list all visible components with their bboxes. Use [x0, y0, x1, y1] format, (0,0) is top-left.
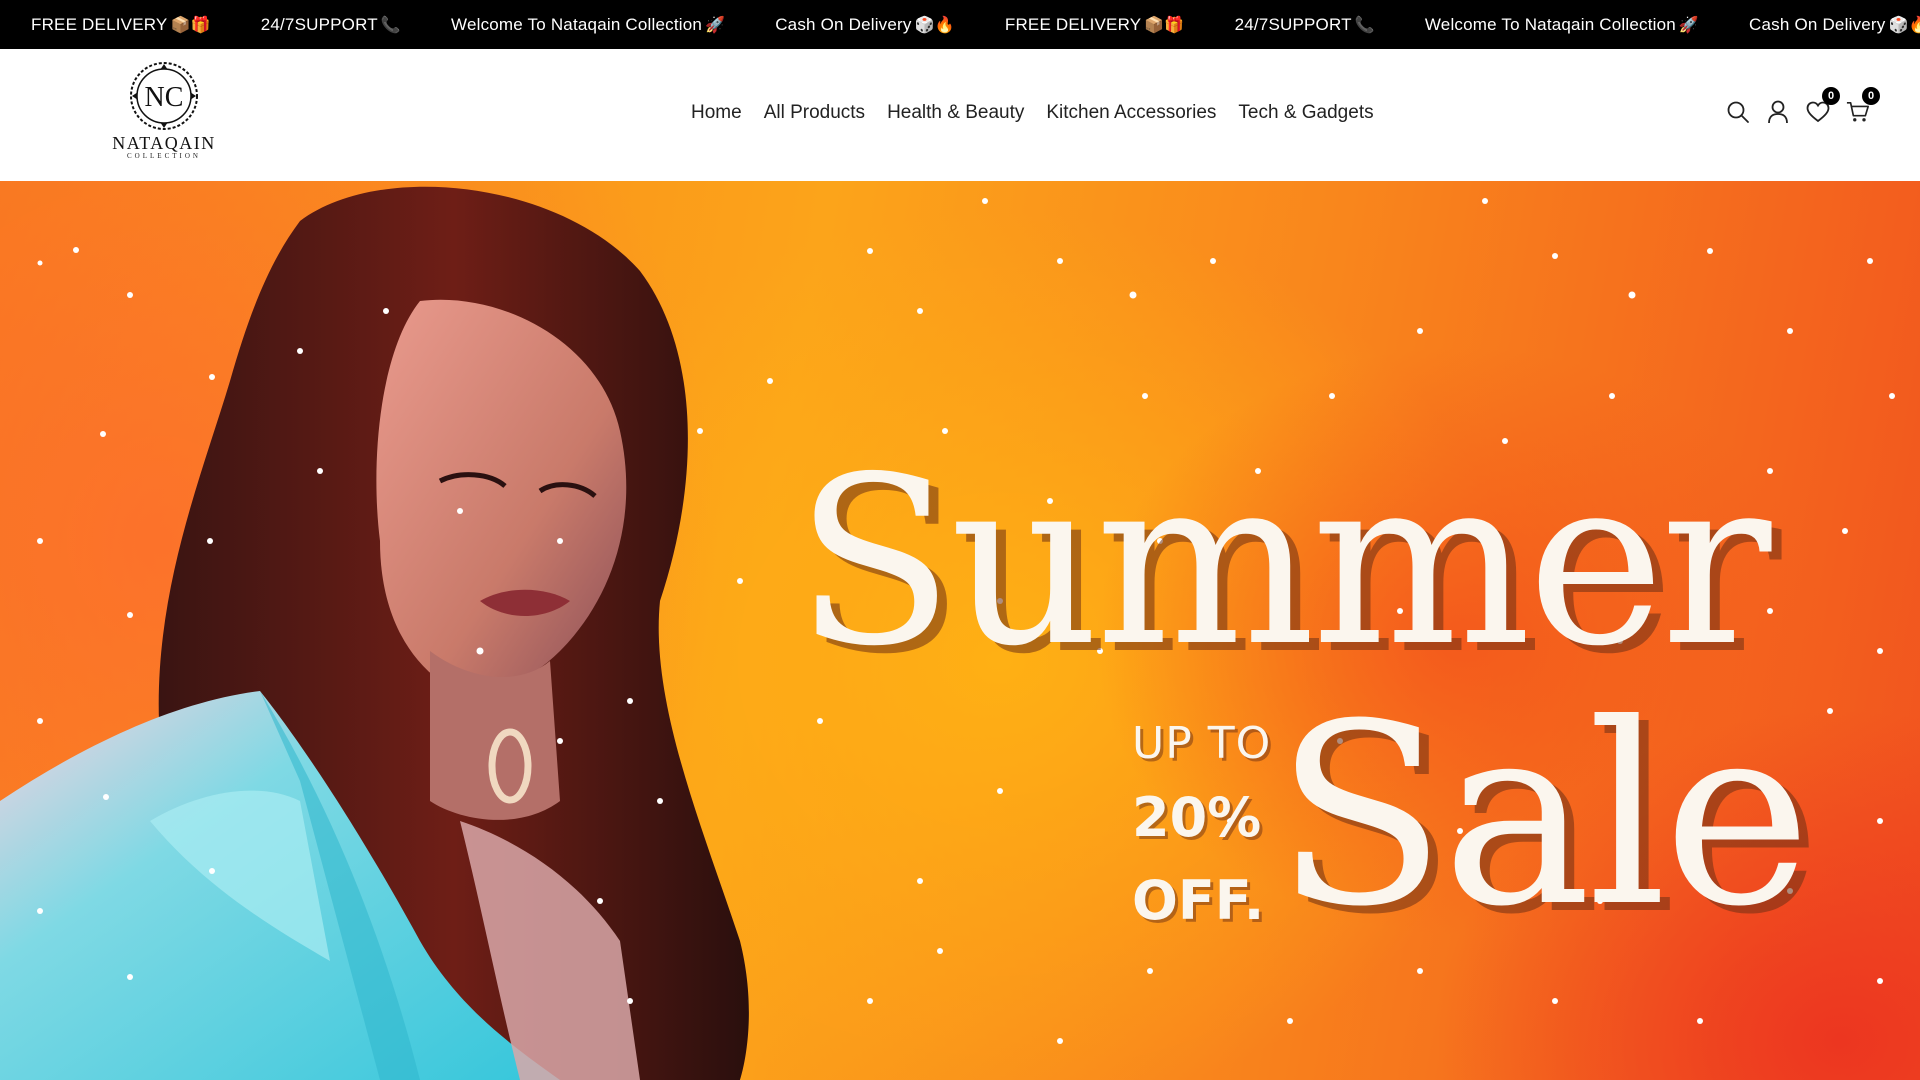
announcement-text: FREE DELIVERY	[31, 14, 168, 34]
nav-health-beauty[interactable]: Health & Beauty	[887, 101, 1024, 125]
logo-brand-name: NATAQAIN	[112, 133, 216, 153]
hero-headline-summer: Summer	[795, 427, 1772, 697]
announcement-text: Welcome To Nataqain Collection	[1424, 14, 1676, 34]
nav-home[interactable]: Home	[691, 101, 742, 125]
logo-subtitle: COLLECTION	[127, 152, 201, 160]
announcement-emoji: 🎲🔥	[1888, 15, 1920, 34]
announcement-item: 24/7SUPPORT 📞	[230, 15, 420, 35]
announcement-emoji: 📦🎁	[1144, 15, 1185, 34]
announcement-emoji: 📞	[380, 15, 401, 34]
hero-headline-sale: Sale	[1275, 670, 1811, 961]
announcement-bar: FREE DELIVERY 📦🎁 24/7SUPPORT 📞 Welcome To Na…	[0, 0, 1920, 49]
announcement-emoji: 📞	[1354, 15, 1375, 34]
account-button[interactable]	[1766, 99, 1790, 125]
site-logo[interactable]: NC NATAQAIN COLLECTION	[106, 60, 222, 170]
announcement-item: Welcome To Nataqain Collection 🚀	[1394, 15, 1718, 35]
model-image	[0, 181, 800, 1080]
header-actions: 0 0	[1726, 87, 1880, 125]
hero-banner[interactable]: Summer UP TO 20% OFF. Sale	[0, 181, 1920, 1080]
announcement-item: Cash On Delivery 🎲🔥	[744, 15, 974, 35]
nav-tech-gadgets[interactable]: Tech & Gadgets	[1238, 101, 1373, 125]
announcement-item: Welcome To Nataqain Collection 🚀	[420, 15, 744, 35]
promo-off: OFF.	[1132, 869, 1265, 932]
wishlist-count-badge: 0	[1822, 87, 1840, 105]
cart-count-badge: 0	[1862, 87, 1880, 105]
nav-all-products[interactable]: All Products	[764, 101, 865, 125]
logo-monogram: NC	[145, 82, 184, 113]
cart-button[interactable]: 0	[1846, 87, 1880, 125]
announcement-text: Cash On Delivery	[1749, 14, 1886, 34]
announcement-item: FREE DELIVERY 📦🎁	[974, 15, 1204, 35]
announcement-text: 24/7SUPPORT	[260, 14, 378, 34]
announcement-emoji: 📦🎁	[170, 15, 211, 34]
search-icon	[1727, 101, 1749, 123]
announcement-item: Cash On Delivery 🎲🔥	[1718, 15, 1920, 35]
nav-kitchen-accessories[interactable]: Kitchen Accessories	[1046, 101, 1216, 125]
announcement-item: FREE DELIVERY 📦🎁	[0, 15, 230, 35]
announcement-text: Cash On Delivery	[775, 14, 912, 34]
wishlist-button[interactable]: 0	[1806, 87, 1840, 125]
announcement-track: FREE DELIVERY 📦🎁 24/7SUPPORT 📞 Welcome To Na…	[0, 0, 1920, 49]
promo-up-to: UP TO	[1132, 718, 1272, 769]
announcement-text: Welcome To Nataqain Collection	[451, 14, 703, 34]
announcement-item: 24/7SUPPORT 📞	[1204, 15, 1394, 35]
announcement-emoji: 🚀	[705, 15, 726, 34]
heart-icon	[1806, 101, 1830, 123]
announcement-emoji: 🎲🔥	[914, 15, 955, 34]
main-nav: Home All Products Health & Beauty Kitche…	[691, 101, 1374, 125]
search-button[interactable]	[1726, 99, 1750, 125]
announcement-text: 24/7SUPPORT	[1234, 14, 1352, 34]
announcement-emoji: 🚀	[1678, 15, 1700, 34]
user-icon	[1768, 100, 1788, 124]
promo-percentage: 20%	[1132, 786, 1262, 849]
logo-emblem-icon: NC	[130, 62, 198, 130]
site-header: NC NATAQAIN COLLECTION Home All Products…	[0, 49, 1920, 181]
announcement-text: FREE DELIVERY	[1004, 14, 1142, 34]
